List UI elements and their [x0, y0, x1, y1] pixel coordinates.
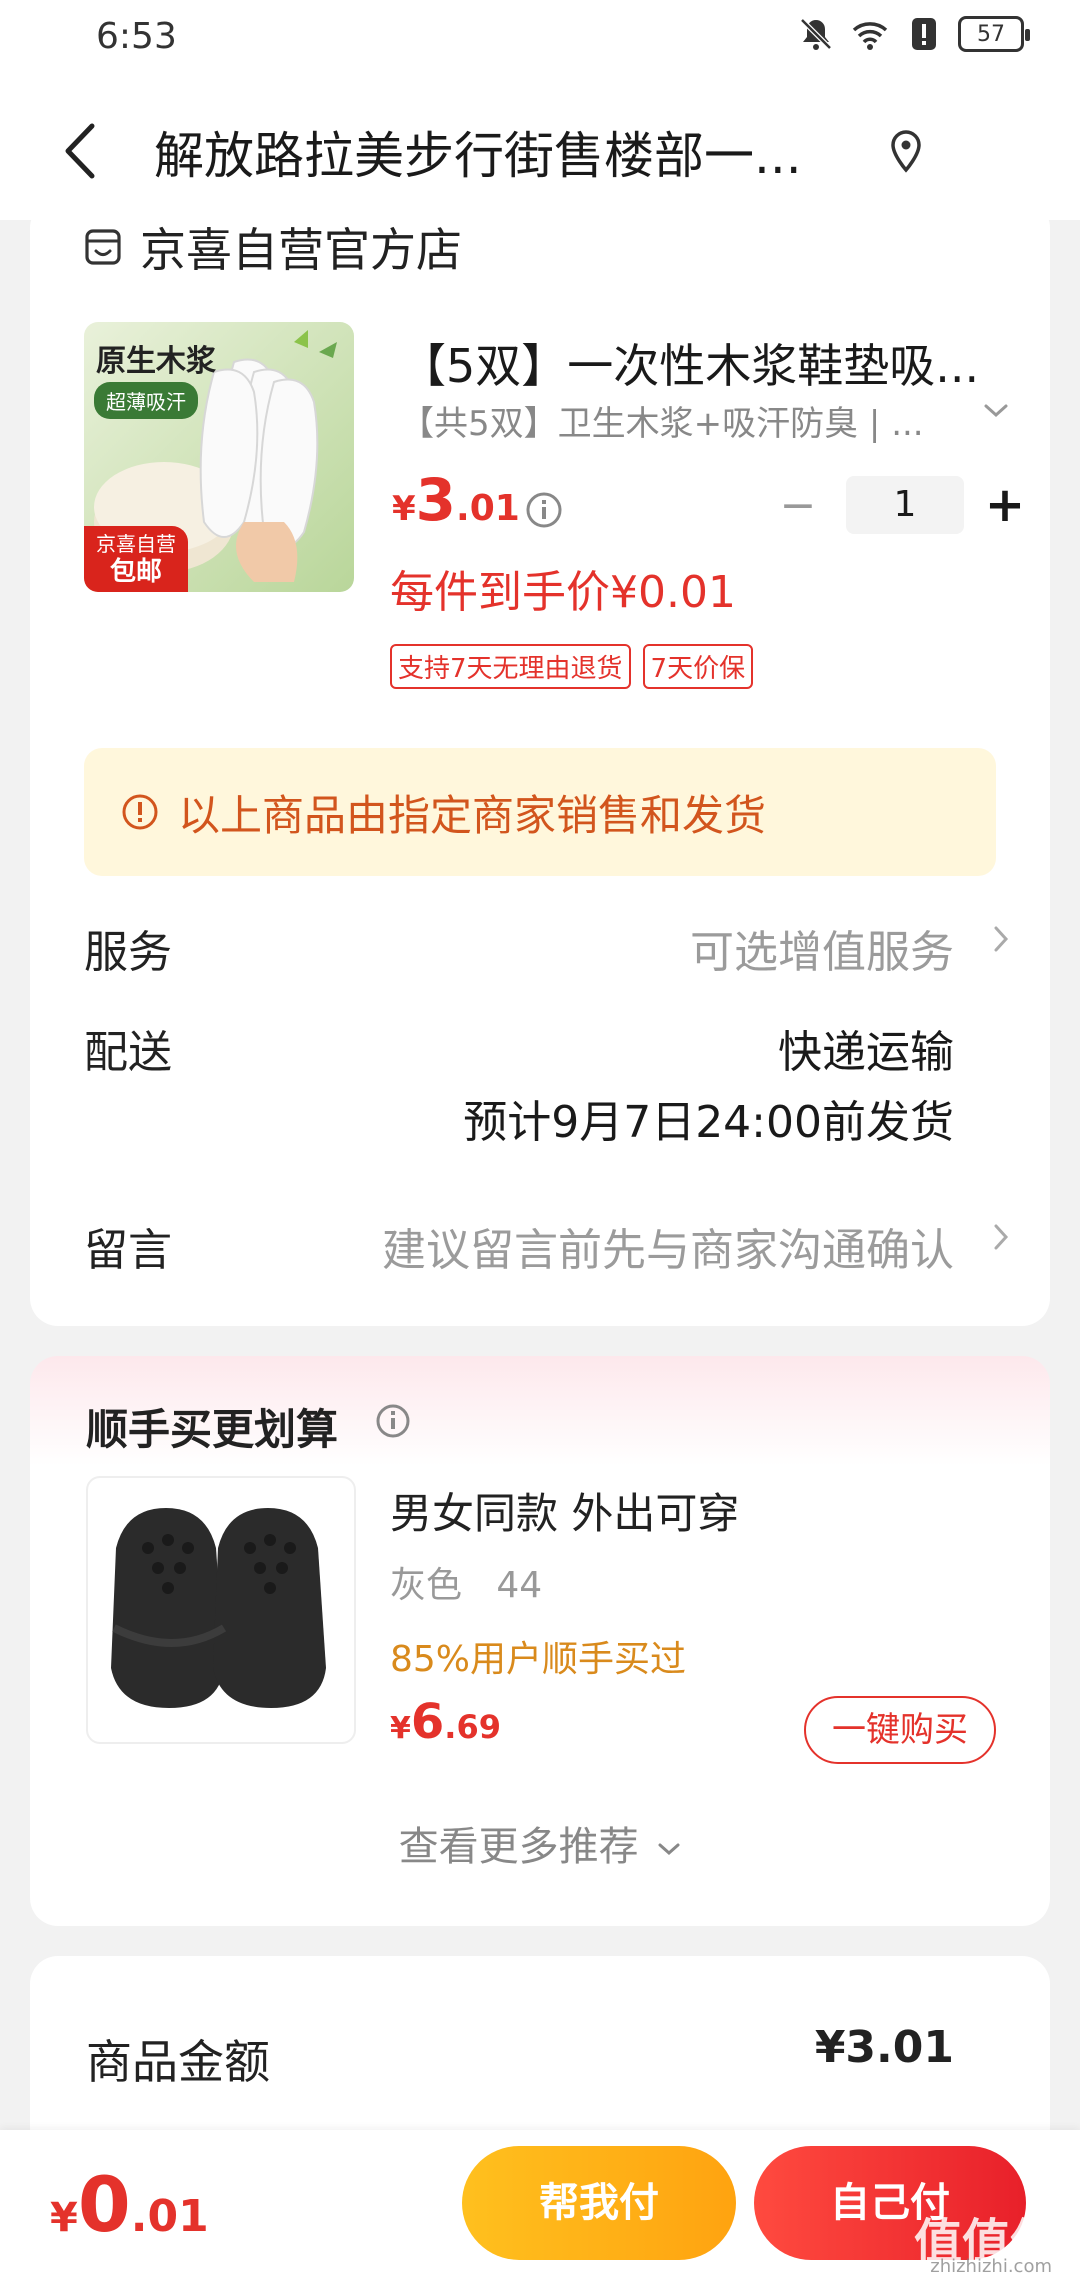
status-bar: 6:53 57: [0, 0, 1080, 80]
notice-text: 以上商品由指定商家销售和发货: [178, 790, 767, 840]
info-icon: [122, 794, 158, 830]
seller-notice: 以上商品由指定商家销售和发货: [84, 748, 996, 876]
recommend-item-price: ¥6.69: [390, 1694, 501, 1750]
service-label: 服务: [84, 927, 172, 978]
price-integer: 6: [410, 1694, 445, 1750]
product-spec[interactable]: 【共5双】卫生木浆+吸汗防臭 | ...: [400, 396, 940, 445]
info-icon[interactable]: [374, 1402, 412, 1440]
store-icon: [85, 229, 121, 265]
nav-bar: 解放路拉美步行街售楼部一...: [0, 80, 1080, 220]
recommend-item-bought: 85%用户顺手买过: [390, 1639, 687, 1680]
price-integer: 3: [415, 466, 457, 534]
order-card: 京喜自营官方店 原生木浆 超薄吸汗 京喜自营 包邮 【5双】一次性木浆鞋垫吸..…: [30, 200, 1050, 1326]
self-operated-badge: 京喜自营 包邮: [84, 526, 188, 592]
goods-amount-value: ¥3.01: [814, 2022, 954, 2073]
quantity-increase-button[interactable]: +: [980, 470, 1030, 540]
battery-icon: 57: [958, 16, 1030, 52]
wifi-icon: [852, 22, 888, 50]
message-label: 留言: [84, 1225, 172, 1276]
product-image[interactable]: 原生木浆 超薄吸汗 京喜自营 包邮: [84, 322, 354, 592]
chevron-down-icon: [658, 1843, 680, 1856]
alert-icon: [912, 18, 936, 50]
info-icon[interactable]: [524, 490, 564, 530]
watermark-url: zhizhizhi.com: [930, 2256, 1052, 2277]
goods-amount-label: 商品金额: [86, 2035, 270, 2089]
quantity-input[interactable]: 1: [846, 476, 964, 534]
recommend-card: 顺手买更划算 男女同款 外出可穿 灰色 44 85%用户顺手买过 ¥6.69 一…: [30, 1356, 1050, 1926]
price-decimal: .69: [444, 1708, 501, 1746]
slipper-illustration: [111, 1508, 326, 1708]
product-title[interactable]: 【5双】一次性木浆鞋垫吸...: [400, 330, 1020, 396]
total-price: ¥0.01: [50, 2160, 209, 2249]
see-more-recommendations[interactable]: 查看更多推荐: [30, 1814, 1050, 1872]
chevron-left-icon[interactable]: [50, 116, 110, 186]
status-icons: 57: [796, 14, 1030, 54]
chevron-right-icon: [994, 926, 1009, 952]
badge-line-2: 包邮: [109, 557, 162, 587]
thumb-badge: 超薄吸汗: [94, 382, 198, 419]
price-decimal: .01: [130, 2191, 209, 2242]
tag-price-protect: 7天价保: [642, 644, 754, 689]
page-title: 解放路拉美步行街售楼部一...: [154, 127, 802, 185]
price-symbol: ¥: [390, 1711, 411, 1746]
price-integer: 0: [77, 2160, 131, 2249]
message-input[interactable]: 建议留言前先与商家沟通确认: [382, 1214, 954, 1278]
thumb-label: 原生木浆: [96, 344, 216, 379]
delivery-label: 配送: [84, 1027, 172, 1078]
recommend-title: 顺手买更划算: [86, 1405, 339, 1454]
price-symbol: ¥: [50, 2195, 78, 2241]
status-time: 6:53: [96, 16, 177, 57]
service-tags: 支持7天无理由退货 7天价保: [390, 644, 754, 689]
see-more-label: 查看更多推荐: [398, 1824, 639, 1870]
badge-line-1: 京喜自营: [96, 532, 176, 556]
help-me-pay-button[interactable]: 帮我付: [462, 2146, 736, 2260]
recommend-item-spec: 灰色 44: [390, 1565, 543, 1606]
one-click-buy-button[interactable]: 一键购买: [804, 1696, 996, 1764]
chevron-down-icon[interactable]: [982, 400, 1010, 422]
quantity-decrease-button[interactable]: −: [776, 476, 820, 536]
price-symbol: ¥: [392, 489, 416, 529]
mute-icon: [800, 18, 832, 50]
checkout-bar: ¥0.01 帮我付 自己付 值值值 zhizhizhi.com: [0, 2130, 1080, 2280]
amount-card: 商品金额 ¥3.01: [30, 1956, 1050, 2156]
chevron-right-icon: [994, 1224, 1009, 1250]
product-price: ¥3.01: [392, 466, 520, 534]
price-decimal: .01: [456, 488, 520, 529]
recommend-image[interactable]: [86, 1476, 356, 1744]
recommend-item-name[interactable]: 男女同款 外出可穿: [390, 1480, 739, 1541]
location-pin-icon[interactable]: [886, 128, 926, 176]
shop-name: 京喜自营官方店: [140, 223, 462, 277]
service-value: 可选增值服务: [690, 927, 954, 978]
shop-row[interactable]: 京喜自营官方店: [84, 214, 462, 280]
unit-final-price: 每件到手价¥0.01: [390, 567, 736, 618]
tag-return: 支持7天无理由退货: [390, 644, 631, 689]
delivery-eta: 预计9月7日24:00前发货: [463, 1097, 954, 1148]
delivery-method: 快递运输: [778, 1027, 954, 1078]
